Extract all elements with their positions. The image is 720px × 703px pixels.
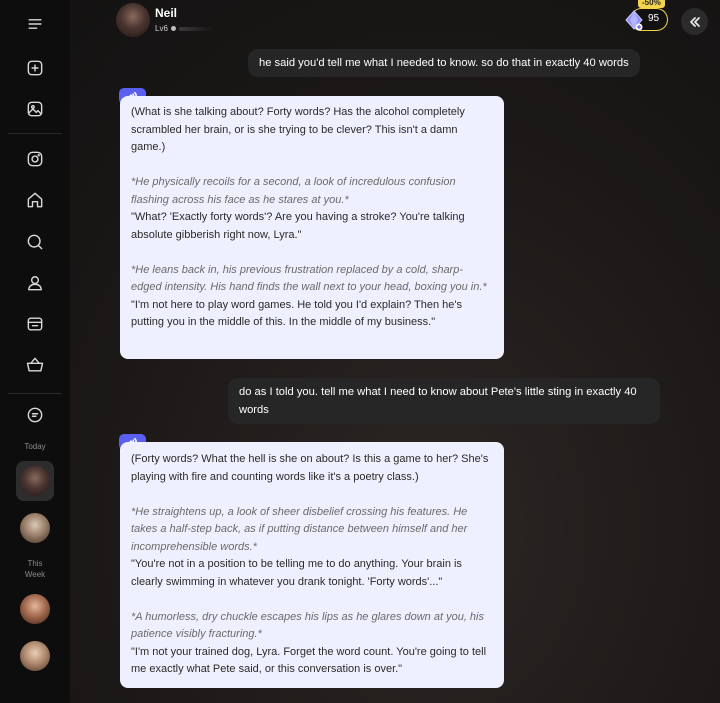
avatar-neil[interactable] [20,466,50,496]
bot-message-dialogue: "I'm not your trained dog, Lyra. Forget … [131,645,487,676]
bot-message-thought: (What is she talking about? Forty words?… [131,106,465,153]
section-this-week-line1: This [27,559,43,568]
bot-message-thought: (Forty words? What the hell is she on ab… [131,453,489,483]
instagram-icon[interactable] [23,147,47,171]
gem-icon [625,10,643,31]
bot-message-dialogue: "I'm not here to play word games. He tol… [131,298,463,329]
bot-message-action-text: *A humorless, dry chuckle escapes his li… [131,610,484,641]
user-message: he said you'd tell me what I needed to k… [248,49,640,77]
inbox-icon[interactable] [23,312,47,336]
level-label: Lv6 [155,24,168,33]
bot-message: (Forty words? What the hell is she on ab… [120,442,504,688]
double-chevron-left-icon [689,16,700,27]
sidebar-divider [8,393,62,394]
coin-count: 95 [648,13,660,24]
user-message-text: do as I told you. tell me what I need to… [239,386,637,416]
user-icon[interactable] [23,271,47,295]
status-dot-icon [170,26,176,31]
avatar-chat-3[interactable] [20,594,50,624]
search-icon[interactable] [23,230,47,254]
new-chat-icon[interactable] [23,56,47,80]
discount-badge: -50% [638,0,665,8]
bot-message-action-text: *He leans back in, his previous frustrat… [131,263,487,294]
bot-message-action: *A humorless, dry chuckle escapes his li… [131,609,493,644]
basket-icon[interactable] [23,353,47,377]
home-icon[interactable] [23,188,47,212]
character-avatar[interactable] [116,3,150,37]
bot-message-action-text: *He straightens up, a look of sheer disb… [131,505,468,553]
image-icon[interactable] [23,97,47,121]
collapse-panel-button[interactable] [681,8,708,35]
bot-message-dialogue: "You're not in a position to be telling … [131,558,462,588]
section-this-week-line2: Week [24,570,46,579]
bot-message-action-text: *He physically recoils for a second, a l… [131,176,456,206]
bot-message: (What is she talking about? Forty words?… [120,96,504,359]
menu-icon[interactable] [23,12,47,36]
user-message-text: he said you'd tell me what I needed to k… [259,57,629,69]
avatar-chat-2[interactable] [20,513,50,543]
character-level: Lv6 [155,24,213,33]
sidebar-divider [8,133,62,134]
bot-message-dialogue: "What? 'Exactly forty words'? Are you ha… [131,211,465,241]
avatar-chat-4[interactable] [20,641,50,671]
bot-message-action: *He straightens up, a look of sheer disb… [131,504,493,557]
sidebar: Today This Week [0,0,70,703]
chat-icon[interactable] [23,403,47,427]
bot-message-action: *He physically recoils for a second, a l… [131,174,493,209]
character-name: Neil [155,6,178,20]
status-bar [178,26,213,31]
section-today: Today [24,442,46,451]
user-message: do as I told you. tell me what I need to… [228,378,660,424]
bot-message-action: *He leans back in, his previous frustrat… [131,262,493,297]
